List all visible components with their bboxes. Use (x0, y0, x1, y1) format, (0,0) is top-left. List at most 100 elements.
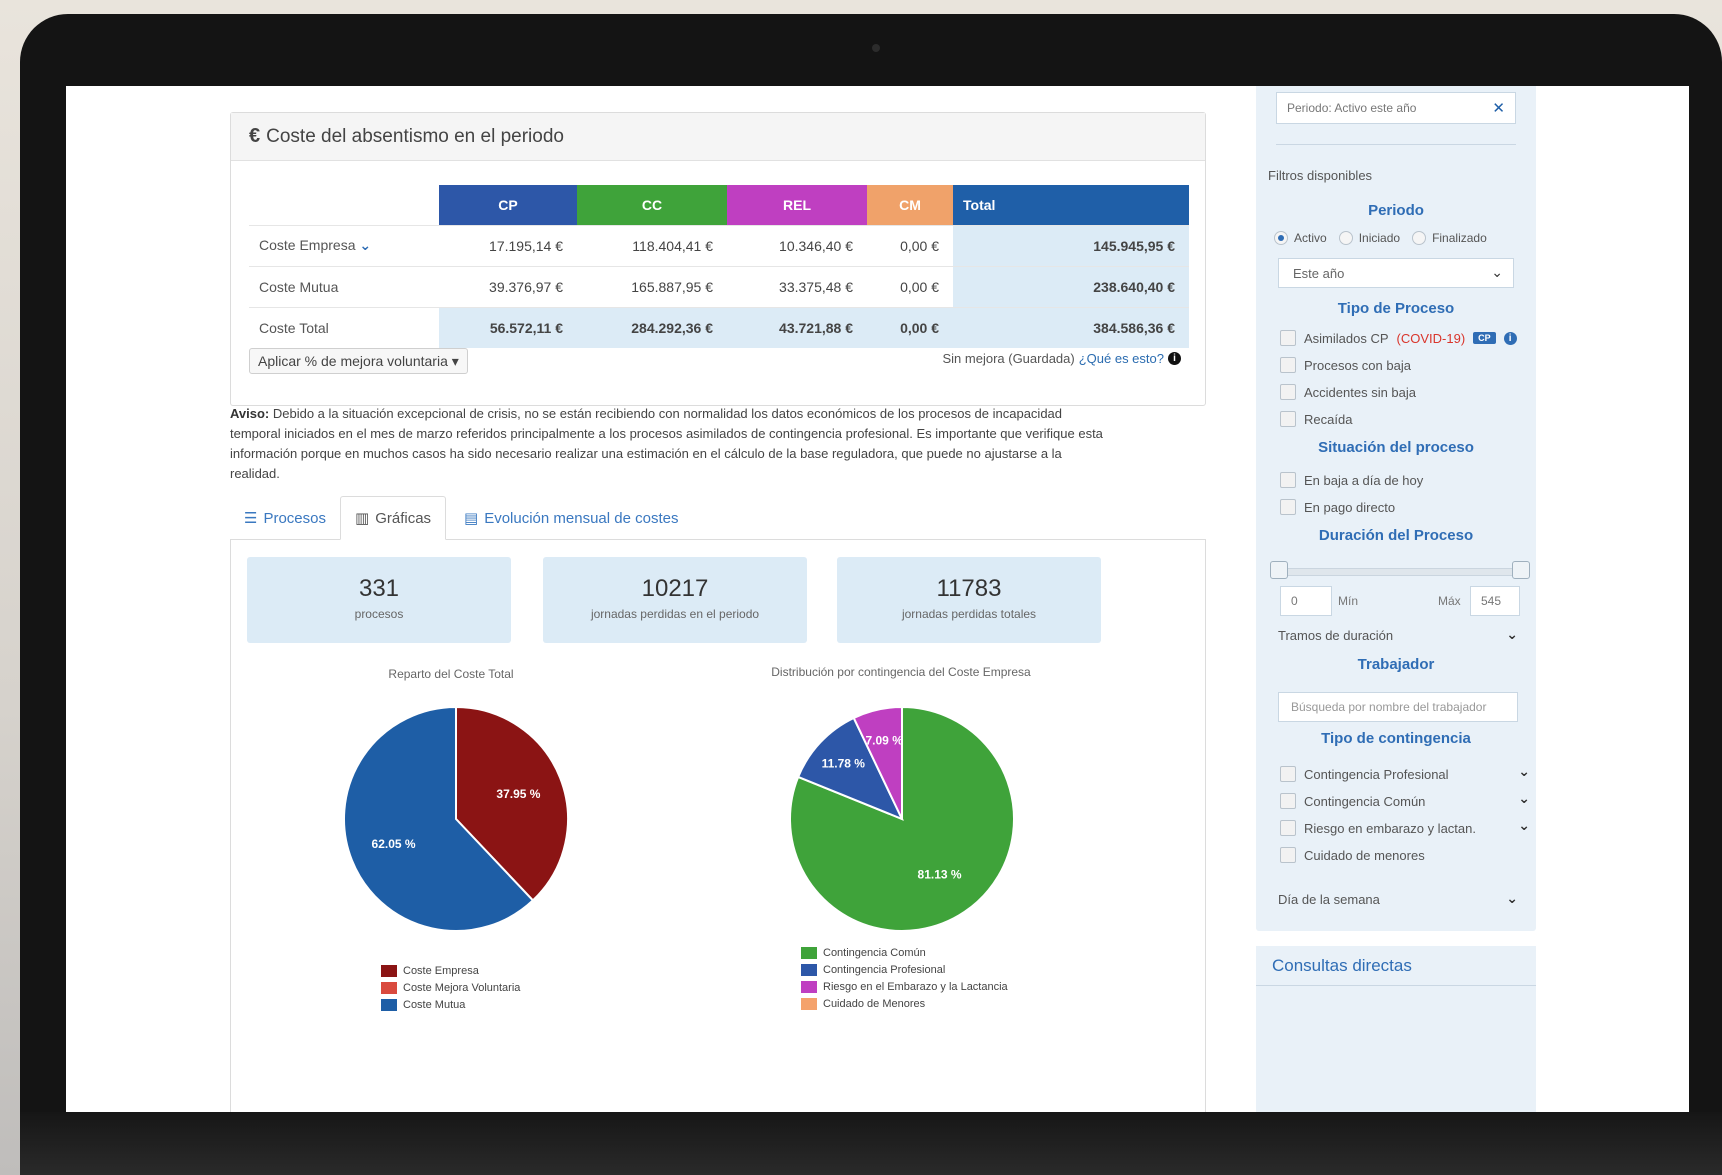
radio-activo[interactable] (1274, 231, 1288, 245)
cost-panel-title: Coste del absentismo en el periodo (266, 125, 564, 147)
duracion-slider[interactable] (1278, 568, 1520, 576)
filter-riesgo[interactable]: Riesgo en embarazo y lactan. ⌄ (1280, 817, 1530, 836)
legend-item[interactable]: Contingencia Común (801, 944, 1008, 961)
consultas-panel: Consultas directas (1256, 946, 1536, 1112)
legend-item[interactable]: Cuidado de Menores (801, 995, 1008, 1012)
checkbox[interactable] (1280, 820, 1296, 836)
tramos-toggle[interactable]: Tramos de duración ⌄ (1278, 626, 1518, 643)
legend-item[interactable]: Coste Mejora Voluntaria (381, 979, 520, 996)
filter-asimilados[interactable]: Asimilados CP (COVID-19) CP i (1280, 330, 1520, 346)
legend-swatch (381, 964, 397, 977)
col-rel: REL (727, 185, 867, 225)
dia-semana-toggle[interactable]: Día de la semana ⌄ (1278, 890, 1518, 907)
checkbox[interactable] (1280, 411, 1296, 427)
max-duration-input[interactable]: 545 (1470, 586, 1520, 616)
checkbox[interactable] (1280, 384, 1296, 400)
legend-swatch (381, 998, 397, 1011)
checkbox[interactable] (1280, 330, 1296, 346)
euro-icon: € (249, 125, 261, 147)
filter-accidentes[interactable]: Accidentes sin baja (1280, 384, 1520, 400)
chevron-down-icon: ⌄ (1518, 790, 1530, 806)
checkbox[interactable] (1280, 357, 1296, 373)
chevron-down-icon: ⌄ (1518, 817, 1530, 833)
chevron-down-icon: ⌄ (1518, 763, 1530, 779)
info-icon[interactable]: i (1503, 331, 1517, 345)
cost-table: CP CC REL CM Total Coste Empresa ⌄ 17.19… (249, 185, 1189, 348)
legend-label: Contingencia Profesional (823, 963, 946, 976)
list-icon: ☰ (244, 510, 258, 527)
legend-item[interactable]: Coste Empresa (381, 962, 520, 979)
info-icon[interactable]: i (1168, 352, 1181, 365)
checkbox[interactable] (1280, 793, 1296, 809)
legend-swatch (801, 997, 817, 1010)
mejora-voluntaria-button[interactable]: Aplicar % de mejora voluntaria ▾ (249, 348, 468, 374)
trabajador-search-input[interactable]: Búsqueda por nombre del trabajador (1278, 692, 1518, 722)
legend-swatch (801, 963, 817, 976)
table-cell: 56.572,11 € (439, 306, 577, 348)
tab-evolucion[interactable]: ▤ Evolución mensual de costes (450, 496, 692, 540)
slider-handle-min[interactable] (1270, 561, 1288, 579)
filter-en-baja[interactable]: En baja a día de hoy (1280, 472, 1520, 488)
table-cell: 0,00 € (867, 306, 953, 348)
bar-chart-icon: ▥ (355, 510, 370, 527)
slider-handle-max[interactable] (1512, 561, 1530, 579)
mejora-status: Sin mejora (Guardada) ¿Qué es esto? i (942, 351, 1181, 366)
stat-jornadas-periodo: 10217 jornadas perdidas en el periodo (543, 557, 807, 643)
filter-recaida[interactable]: Recaída (1280, 411, 1520, 427)
legend-reparto: Coste Empresa Coste Mejora Voluntaria Cost… (381, 962, 520, 1013)
col-total: Total (953, 185, 1189, 225)
checkbox[interactable] (1280, 766, 1296, 782)
pie-data-label-2: 62.05 % (372, 837, 416, 851)
table-cell: 165.887,95 € (577, 265, 727, 307)
filter-cuidado[interactable]: Cuidado de menores (1280, 847, 1530, 863)
legend-item[interactable]: Riesgo en el Embarazo y la Lactancia (801, 978, 1008, 995)
checkbox[interactable] (1280, 847, 1296, 863)
pie-data-label-2: 7.09 % (866, 733, 904, 747)
stat-procesos: 331 procesos (247, 557, 511, 643)
coste-empresa-toggle[interactable]: Coste Empresa ⌄ (249, 224, 439, 266)
close-icon[interactable]: ✕ (1492, 99, 1505, 117)
col-cm: CM (867, 185, 953, 225)
filter-cont-comun[interactable]: Contingencia Común ⌄ (1280, 790, 1530, 809)
period-select[interactable]: Este año ⌄ (1278, 258, 1514, 288)
divider (1276, 144, 1516, 145)
min-label: Mín (1338, 594, 1359, 608)
period-chip: Periodo: Activo este año ✕ (1276, 92, 1516, 124)
legend-item[interactable]: Coste Mutua (381, 996, 520, 1013)
min-duration-input[interactable]: 0 (1280, 586, 1332, 616)
legend-label: Riesgo en el Embarazo y la Lactancia (823, 980, 1008, 993)
aviso-notice: Aviso: Debido a la situación excepcional… (230, 406, 1103, 481)
tab-graficas[interactable]: ▥ Gráficas (340, 496, 447, 540)
table-icon: ▤ (464, 510, 479, 527)
table-row: Coste Empresa ⌄ 17.195,14 € 118.404,41 €… (249, 224, 1189, 266)
table-cell: 39.376,97 € (439, 265, 577, 307)
pie-data-label-0: 37.95 % (496, 787, 540, 801)
filter-procesos-baja[interactable]: Procesos con baja (1280, 357, 1520, 373)
stat-jornadas-totales: 11783 jornadas perdidas totales (837, 557, 1101, 643)
trabajador-title: Trabajador (1357, 656, 1435, 673)
radio-finalizado[interactable] (1412, 231, 1427, 245)
consultas-title[interactable]: Consultas directas (1256, 946, 1536, 986)
table-cell: 384.586,36 € (953, 306, 1189, 348)
legend-item[interactable]: Contingencia Profesional (801, 961, 1008, 978)
table-row: Coste Total 56.572,11 € 284.292,36 € 43.… (249, 306, 1189, 348)
filters-sidebar: Periodo: Activo este año ✕ Filtros dispo… (1256, 86, 1536, 931)
chevron-down-icon: ⌄ (1491, 264, 1503, 280)
tipo-proceso-title: Tipo de Proceso (1337, 300, 1455, 317)
chevron-down-icon: ⌄ (1506, 626, 1518, 642)
checkbox[interactable] (1280, 472, 1296, 488)
checkbox[interactable] (1280, 499, 1296, 515)
filter-pago-directo[interactable]: En pago directo (1280, 499, 1520, 515)
que-es-link[interactable]: ¿Qué es esto? (1079, 351, 1164, 366)
radio-iniciado[interactable] (1338, 231, 1353, 245)
pie-chart-distribucion: 81.13 % 11.78 %7.09 % (789, 705, 1015, 932)
camera-icon (872, 44, 880, 52)
legend-distribucion: Contingencia Común Contingencia Profesion… (801, 944, 1008, 1012)
table-cell: 10.346,40 € (727, 224, 867, 266)
chevron-down-icon: ⌄ (1506, 890, 1518, 906)
periodo-radios: Activo Iniciado Finalizado (1274, 231, 1487, 245)
filter-cont-profesional[interactable]: Contingencia Profesional ⌄ (1280, 763, 1530, 782)
legend-label: Coste Empresa (403, 964, 479, 977)
legend-label: Cuidado de Menores (823, 997, 926, 1010)
tab-procesos[interactable]: ☰ Procesos (230, 496, 340, 540)
